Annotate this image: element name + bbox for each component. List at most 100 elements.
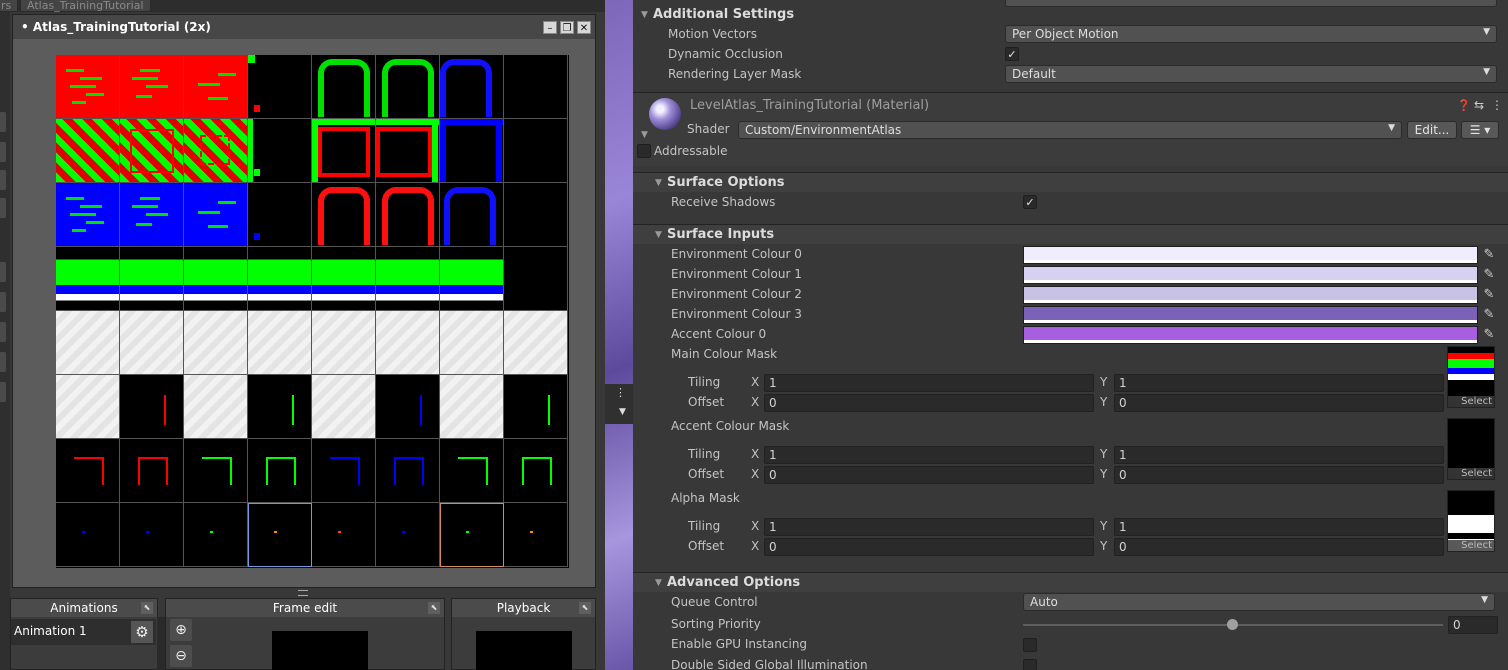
atlas-cell[interactable] — [184, 439, 248, 503]
atlas-cell[interactable] — [376, 119, 440, 183]
preset-icon[interactable]: ⇆ — [1474, 98, 1484, 112]
surface-options-header[interactable]: Surface Options — [667, 175, 784, 190]
eyedropper-icon[interactable]: ✎ — [1481, 247, 1497, 263]
main-mask-offset-y-field[interactable]: 0 — [1114, 394, 1444, 412]
side-tool-button[interactable] — [0, 262, 6, 282]
accent-mask-offset-x-field[interactable]: 0 — [764, 466, 1094, 484]
receive-shadows-checkbox[interactable]: ✓ — [1023, 195, 1037, 209]
accent-colour-mask-texture[interactable]: Select — [1447, 418, 1495, 480]
atlas-cell[interactable] — [440, 375, 504, 439]
motion-vectors-dropdown[interactable]: Per Object Motion ▼ — [1005, 25, 1497, 43]
atlas-cell[interactable] — [120, 439, 184, 503]
sorting-priority-slider-handle[interactable] — [1227, 619, 1238, 630]
eyedropper-icon[interactable]: ✎ — [1481, 267, 1497, 283]
atlas-cell[interactable] — [312, 183, 376, 247]
atlas-cell[interactable] — [120, 119, 184, 183]
atlas-cell[interactable] — [248, 183, 312, 247]
atlas-cell[interactable] — [248, 119, 312, 183]
side-tool-button[interactable] — [0, 142, 6, 162]
foldout-arrow-icon[interactable]: ▼ — [655, 230, 662, 240]
advanced-options-header[interactable]: Advanced Options — [667, 575, 800, 590]
sorting-priority-field[interactable]: 0 — [1448, 616, 1498, 634]
atlas-cell[interactable] — [184, 375, 248, 439]
atlas-cell[interactable] — [376, 439, 440, 503]
atlas-cell[interactable] — [504, 375, 568, 439]
atlas-cell[interactable] — [440, 55, 504, 119]
texture-select-button[interactable]: Select — [1448, 396, 1494, 407]
gpu-instancing-checkbox[interactable] — [1023, 638, 1037, 652]
atlas-cell[interactable] — [440, 439, 504, 503]
dropdown-arrow-icon[interactable]: ▼ — [605, 404, 633, 424]
panel-resize-handle[interactable] — [298, 590, 308, 596]
environment-colour-3-swatch[interactable] — [1023, 306, 1478, 324]
editor-tab[interactable]: rs — [0, 0, 19, 12]
main-mask-offset-x-field[interactable]: 0 — [764, 394, 1094, 412]
environment-colour-2-swatch[interactable] — [1023, 286, 1478, 304]
side-tool-button[interactable] — [0, 382, 6, 402]
atlas-cell[interactable] — [184, 503, 248, 567]
atlas-cell[interactable] — [56, 375, 120, 439]
atlas-cell[interactable] — [312, 247, 376, 311]
atlas-cell[interactable] — [376, 503, 440, 567]
atlas-cell[interactable] — [376, 375, 440, 439]
zoom-in-icon[interactable]: ⊕ — [170, 619, 192, 641]
accent-mask-tiling-y-field[interactable]: 1 — [1114, 446, 1444, 464]
atlas-cell[interactable] — [504, 311, 568, 375]
clipped-dropdown[interactable] — [1005, 0, 1497, 7]
atlas-cell[interactable] — [440, 183, 504, 247]
atlas-cell[interactable] — [440, 119, 504, 183]
accent-mask-tiling-x-field[interactable]: 1 — [764, 446, 1094, 464]
atlas-cell[interactable] — [248, 439, 312, 503]
atlas-cell[interactable] — [120, 311, 184, 375]
kebab-menu-icon[interactable]: ⋮ — [1491, 98, 1503, 112]
shader-options-button[interactable]: ☰ ▾ — [1461, 121, 1499, 139]
atlas-cell[interactable] — [184, 55, 248, 119]
atlas-cell[interactable] — [312, 311, 376, 375]
atlas-cell[interactable] — [504, 503, 568, 567]
queue-control-dropdown[interactable]: Auto ▼ — [1023, 593, 1495, 611]
main-colour-mask-texture[interactable]: Select — [1447, 346, 1495, 408]
shader-dropdown[interactable]: Custom/EnvironmentAtlas ▼ — [738, 121, 1402, 139]
accent-mask-offset-y-field[interactable]: 0 — [1114, 466, 1444, 484]
close-icon[interactable]: ✕ — [577, 21, 591, 34]
environment-colour-1-swatch[interactable] — [1023, 266, 1478, 284]
side-tool-button[interactable] — [0, 112, 6, 132]
double-sided-gi-checkbox[interactable] — [1023, 659, 1037, 670]
addressable-checkbox[interactable] — [637, 144, 651, 158]
atlas-cell[interactable] — [120, 55, 184, 119]
minimize-icon[interactable]: – — [543, 21, 557, 34]
side-tool-button[interactable] — [0, 352, 6, 372]
editor-tab-atlas[interactable]: Atlas_TrainingTutorial — [20, 0, 151, 12]
atlas-cell[interactable] — [440, 311, 504, 375]
side-tool-button[interactable] — [0, 198, 6, 218]
atlas-cell-highlighted[interactable] — [440, 503, 504, 567]
main-mask-tiling-x-field[interactable]: 1 — [764, 374, 1094, 392]
atlas-cell[interactable] — [248, 375, 312, 439]
help-icon[interactable]: ❓ — [1457, 99, 1471, 112]
pin-icon[interactable]: ⬉ — [579, 602, 591, 614]
atlas-cell[interactable] — [120, 183, 184, 247]
texture-select-button[interactable]: Select — [1448, 468, 1494, 479]
atlas-cell[interactable] — [312, 119, 376, 183]
atlas-cell[interactable] — [120, 503, 184, 567]
atlas-cell[interactable] — [56, 119, 120, 183]
atlas-cell[interactable] — [56, 311, 120, 375]
additional-settings-header[interactable]: Additional Settings — [653, 7, 794, 22]
alpha-mask-offset-x-field[interactable]: 0 — [764, 538, 1094, 556]
atlas-cell[interactable] — [56, 183, 120, 247]
atlas-cell[interactable] — [248, 247, 312, 311]
atlas-cell[interactable] — [56, 503, 120, 567]
atlas-cell[interactable] — [504, 247, 568, 311]
zoom-out-icon[interactable]: ⊖ — [170, 645, 192, 667]
atlas-cell[interactable] — [312, 55, 376, 119]
atlas-cell[interactable] — [120, 375, 184, 439]
atlas-cell[interactable] — [184, 119, 248, 183]
eyedropper-icon[interactable]: ✎ — [1481, 327, 1497, 343]
atlas-cell[interactable] — [504, 183, 568, 247]
atlas-cell[interactable] — [312, 375, 376, 439]
atlas-cell[interactable] — [184, 247, 248, 311]
atlas-cell-selected[interactable] — [248, 503, 312, 567]
rendering-layer-mask-dropdown[interactable]: Default ▼ — [1005, 65, 1497, 83]
pin-icon[interactable]: ⬉ — [428, 602, 440, 614]
atlas-cell[interactable] — [120, 247, 184, 311]
